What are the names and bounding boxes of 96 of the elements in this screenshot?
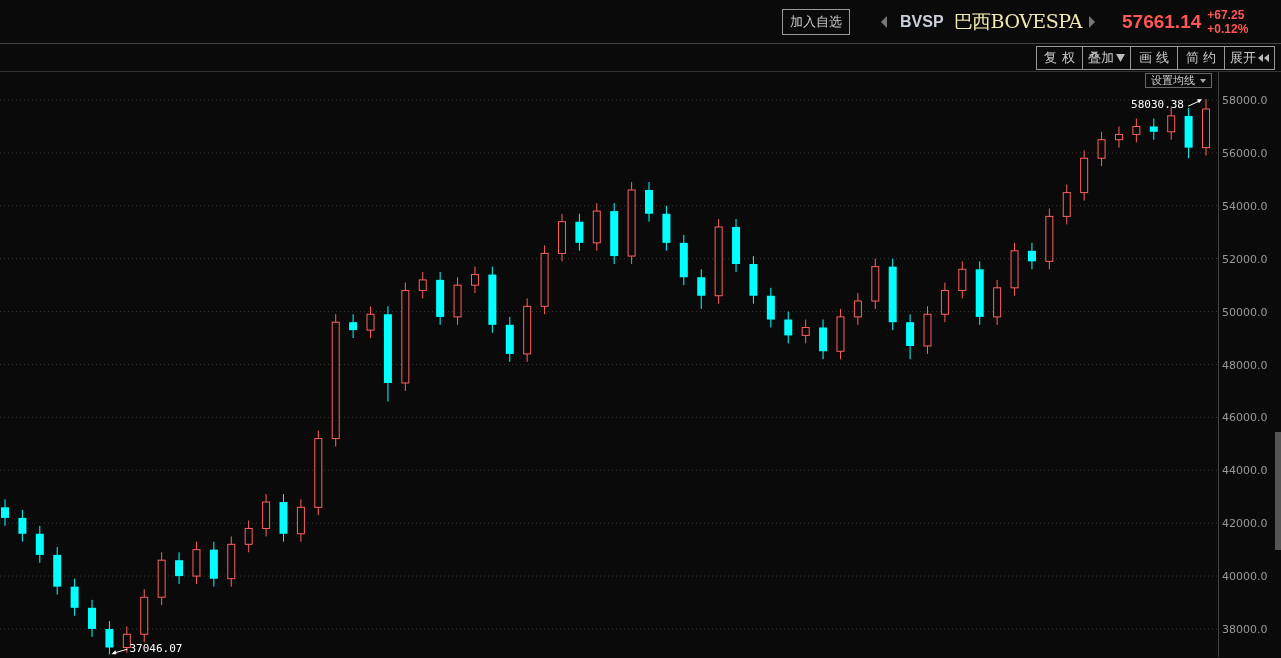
rising-candle — [801, 319, 810, 344]
last-price: 57661.14 — [1122, 10, 1202, 33]
axis-label: 54000.0 — [1222, 199, 1268, 213]
rising-candle — [558, 213, 566, 262]
falling-candle — [70, 578, 79, 617]
rising-candle — [592, 202, 601, 252]
rising-candle — [1097, 131, 1106, 167]
next-arrow-icon[interactable] — [1088, 14, 1096, 29]
axis-label: 38000.0 — [1222, 622, 1268, 636]
falling-candle — [662, 205, 671, 252]
falling-candle — [610, 202, 619, 265]
falling-candle — [209, 541, 218, 588]
rising-candle — [418, 271, 427, 299]
rising-candle — [1114, 126, 1123, 149]
caret-icon — [1116, 53, 1125, 62]
rising-candle — [470, 266, 479, 294]
falling-candle — [1027, 242, 1036, 270]
falling-candle — [505, 316, 514, 363]
falling-candle — [749, 255, 758, 305]
falling-candle — [175, 551, 184, 585]
falling-candle — [906, 313, 915, 360]
falling-candle — [575, 213, 584, 252]
falling-candle — [679, 234, 688, 286]
axis-label: 44000.0 — [1222, 464, 1268, 478]
rising-candle — [140, 588, 149, 643]
arrow-icon — [1187, 99, 1202, 107]
index-name: 巴西BOVESPA — [953, 8, 1082, 34]
rising-candle — [1062, 184, 1071, 225]
rising-candle — [923, 305, 932, 355]
rising-candle — [871, 258, 880, 310]
axis-label: 52000.0 — [1222, 252, 1268, 266]
falling-candle — [105, 620, 114, 655]
axis-label: 42000.0 — [1222, 517, 1268, 531]
rising-candle — [1045, 207, 1054, 270]
rising-candle — [244, 520, 253, 553]
previous-arrow-icon[interactable] — [880, 14, 888, 29]
caret-icon — [1200, 78, 1206, 83]
axis-label: 40000.0 — [1222, 570, 1268, 584]
rising-candle — [157, 551, 166, 606]
add-to-watchlist-button[interactable]: 加入自选 — [782, 8, 850, 35]
rising-candle — [540, 245, 549, 315]
falling-candle — [88, 599, 97, 638]
axis-label: 50000.0 — [1222, 305, 1268, 319]
rising-candle — [853, 292, 862, 326]
falling-candle — [1184, 107, 1193, 159]
falling-candle — [488, 266, 497, 334]
falling-candle — [35, 525, 44, 564]
rising-candle — [523, 297, 532, 363]
rising-candle — [958, 260, 967, 299]
price-change: +67.25 — [1207, 7, 1246, 22]
rising-candle — [1202, 98, 1210, 157]
rising-candle — [940, 282, 949, 323]
toolbar-button[interactable]: 复 权 — [1036, 45, 1083, 70]
falling-candle — [732, 218, 741, 273]
symbol-code: BVSP — [900, 12, 944, 31]
falling-candle — [53, 546, 62, 596]
toolbar-button[interactable]: 画 线 — [1131, 45, 1178, 70]
double-left-arrow-icon — [1258, 53, 1269, 62]
rising-candle — [993, 279, 1002, 326]
rising-candle — [1132, 118, 1141, 143]
arrow-icon — [111, 648, 128, 655]
falling-candle — [436, 271, 445, 326]
rising-candle — [1167, 107, 1176, 141]
falling-candle — [1149, 118, 1158, 141]
toolbar-button[interactable]: 叠加 — [1083, 45, 1131, 70]
percent-change: +0.12% — [1207, 21, 1249, 36]
falling-candle — [279, 493, 288, 543]
rising-candle — [836, 308, 845, 360]
axis-label: 46000.0 — [1222, 411, 1268, 425]
toolbar-button[interactable]: 展开 — [1225, 45, 1275, 70]
rising-candle — [1080, 149, 1089, 202]
rising-candle — [1010, 242, 1019, 297]
falling-candle — [766, 287, 775, 328]
rising-candle — [192, 541, 201, 585]
moving-average-dropdown[interactable]: 设置均线 — [1145, 73, 1212, 88]
rising-candle — [227, 535, 236, 588]
rising-candle — [122, 625, 131, 654]
rising-candle — [453, 276, 462, 326]
price-label: 37046.07 — [129, 642, 183, 656]
scrollbar-thumb[interactable] — [1275, 432, 1281, 550]
falling-candle — [18, 509, 27, 543]
axis-label: 48000.0 — [1222, 358, 1268, 372]
rising-candle — [262, 493, 271, 537]
falling-candle — [784, 311, 793, 344]
axis-label: 58000.0 — [1222, 94, 1268, 108]
axis-label: 56000.0 — [1222, 146, 1268, 160]
falling-candle — [975, 260, 984, 326]
price-label: 58030.38 — [1131, 98, 1184, 112]
toolbar-button[interactable]: 简 约 — [1178, 45, 1225, 70]
rising-candle — [366, 305, 375, 339]
rising-candle — [296, 498, 305, 543]
falling-candle — [819, 319, 828, 360]
falling-candle — [645, 181, 653, 223]
falling-candle — [697, 268, 706, 310]
falling-candle — [1, 498, 9, 527]
falling-candle — [349, 313, 358, 339]
